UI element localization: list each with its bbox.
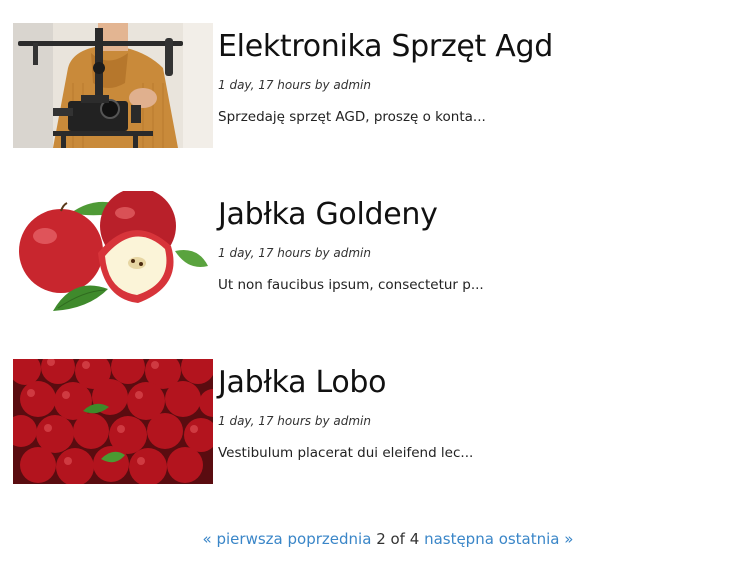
post-content: Jabłka Goldeny 1 day, 17 hours by admin … [218, 191, 718, 293]
post-item: Jabłka Goldeny 1 day, 17 hours by admin … [13, 191, 733, 316]
pagination-next-link[interactable]: następna [424, 530, 494, 548]
post-title-link[interactable]: Elektronika Sprzęt Agd [218, 27, 553, 67]
post-content: Elektronika Sprzęt Agd 1 day, 17 hours b… [218, 23, 718, 125]
post-excerpt: Vestibulum placerat dui eleifend lec... [218, 445, 474, 461]
post-thumbnail-camera[interactable] [13, 23, 213, 148]
apple-pile-photo [13, 359, 213, 484]
post-item: Jabłka Lobo 1 day, 17 hours by admin Ves… [13, 359, 733, 484]
camera-gimbal-photo [13, 23, 213, 148]
post-excerpt: Ut non faucibus ipsum, consectetur p... [218, 277, 484, 293]
post-thumbnail-apple-pile[interactable] [13, 359, 213, 484]
post-meta: 1 day, 17 hours by admin [218, 78, 371, 92]
apples-with-leaves-photo [13, 191, 213, 316]
pagination: « pierwsza poprzednia 2 of 4 następna os… [0, 528, 744, 550]
post-title-link[interactable]: Jabłka Lobo [218, 363, 387, 403]
post-meta: 1 day, 17 hours by admin [218, 414, 371, 428]
post-title-link[interactable]: Jabłka Goldeny [218, 195, 438, 235]
post-meta: 1 day, 17 hours by admin [218, 246, 371, 260]
pagination-current: 2 of 4 [376, 530, 420, 548]
pagination-last-link[interactable]: ostatnia » [499, 530, 574, 548]
post-thumbnail-apples[interactable] [13, 191, 213, 316]
post-excerpt: Sprzedaję sprzęt AGD, proszę o konta... [218, 109, 486, 125]
pagination-first-link[interactable]: « pierwsza [203, 530, 283, 548]
post-item: Elektronika Sprzęt Agd 1 day, 17 hours b… [13, 23, 733, 148]
post-listing: Elektronika Sprzęt Agd 1 day, 17 hours b… [13, 23, 733, 527]
post-content: Jabłka Lobo 1 day, 17 hours by admin Ves… [218, 359, 718, 461]
pagination-prev-link[interactable]: poprzednia [288, 530, 372, 548]
